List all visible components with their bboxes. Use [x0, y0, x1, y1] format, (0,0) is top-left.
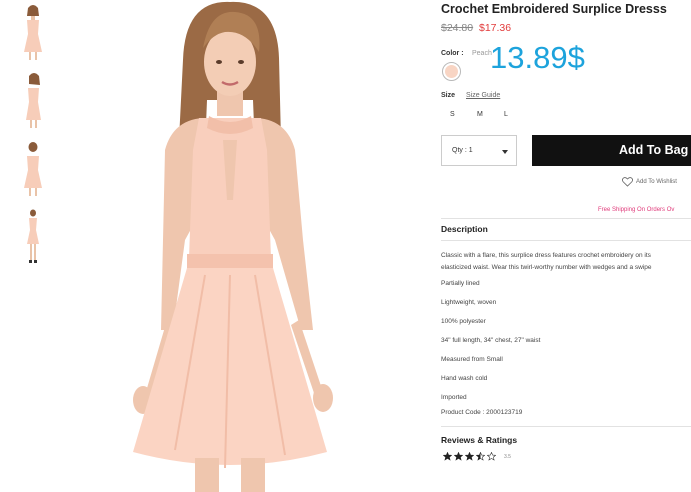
- star-icon: [476, 452, 485, 461]
- detail-item: 100% polyester: [441, 318, 486, 325]
- size-guide-link[interactable]: Size Guide: [466, 92, 500, 99]
- chevron-down-icon: [502, 150, 508, 154]
- thumbnail-gallery: [18, 2, 48, 274]
- size-option-s[interactable]: S: [450, 111, 455, 118]
- description-paragraph: Classic with a flare, this surplice dres…: [441, 252, 652, 271]
- thumbnail-front[interactable]: [18, 2, 48, 62]
- detail-item: Measured from Small: [441, 356, 503, 363]
- divider: [441, 426, 691, 427]
- color-swatch-peach[interactable]: [442, 62, 461, 81]
- thumbnail-full[interactable]: [18, 206, 48, 266]
- sale-price: $17.36: [479, 22, 512, 34]
- divider: [441, 240, 691, 241]
- star-icon: [465, 452, 474, 461]
- product-title: Crochet Embroidered Surplice Dresss: [441, 2, 667, 16]
- detail-item: Hand wash cold: [441, 375, 488, 382]
- size-label: Size: [441, 92, 456, 99]
- color-value: Peach: [472, 50, 492, 57]
- detail-item: Partially lined: [441, 280, 480, 287]
- detail-item: Lightweight, woven: [441, 299, 497, 306]
- free-shipping-notice[interactable]: Free Shipping On Orders Ov: [598, 207, 674, 213]
- add-to-bag-button[interactable]: Add To Bag: [532, 135, 691, 166]
- product-main-image: [95, 0, 365, 492]
- star-icon: [443, 452, 452, 461]
- detail-item: 34" full length, 34" chest, 27" waist: [441, 337, 541, 344]
- star-icon: [487, 452, 496, 461]
- wishlist-label: Add To Wishlist: [636, 179, 677, 185]
- add-to-bag-label: Add To Bag: [619, 143, 689, 157]
- original-price: $24.80: [441, 22, 474, 34]
- heart-icon: [622, 177, 633, 187]
- thumbnail-back[interactable]: [18, 138, 48, 198]
- rating-value: 3.5: [504, 454, 511, 460]
- thumbnail-side[interactable]: [18, 70, 48, 130]
- divider: [441, 218, 691, 219]
- quantity-value: Qty : 1: [452, 147, 473, 154]
- product-code: Product Code : 2000123719: [441, 409, 523, 416]
- description-heading: Description: [441, 224, 488, 234]
- color-label: Color :: [441, 50, 464, 57]
- size-option-m[interactable]: M: [477, 111, 483, 118]
- quantity-select[interactable]: Qty : 1: [441, 135, 517, 166]
- star-icon: [454, 452, 463, 461]
- size-option-l[interactable]: L: [504, 111, 508, 118]
- detail-item: Imported: [441, 394, 467, 401]
- overlay-price-annotation: 13.89$: [490, 40, 585, 75]
- reviews-heading: Reviews & Ratings: [441, 435, 518, 445]
